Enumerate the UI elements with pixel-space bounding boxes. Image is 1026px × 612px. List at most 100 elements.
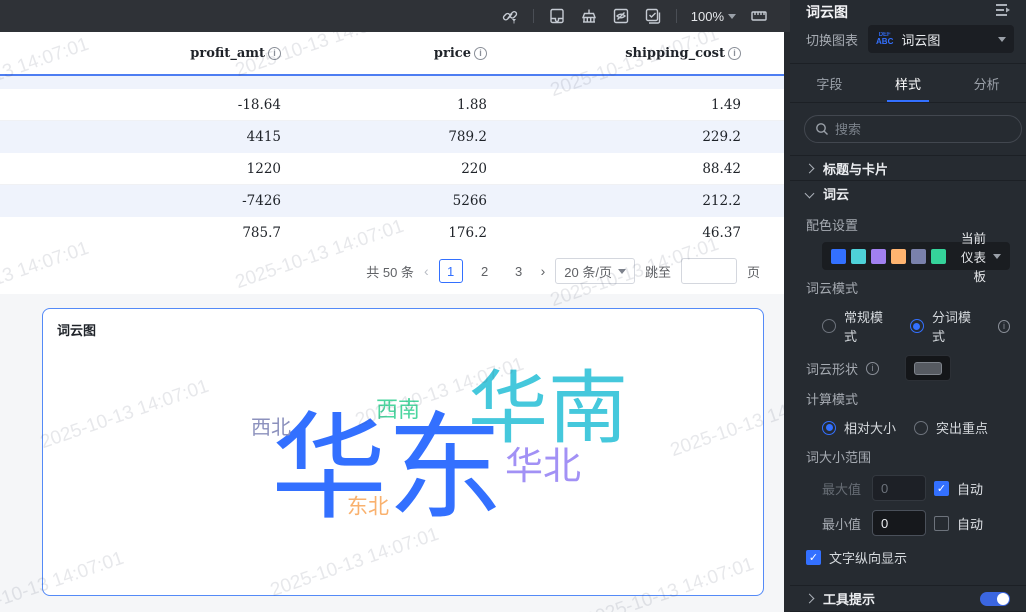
zoom-value: 100% xyxy=(690,8,724,24)
info-icon[interactable]: i xyxy=(268,46,281,60)
vertical-text-label: 文字纵向显示 xyxy=(829,551,908,567)
wordcloud-word: 东北 xyxy=(347,494,389,519)
page-number-2[interactable]: 2 xyxy=(473,259,497,283)
wordcloud-card[interactable]: 词云图 华东 华南 华北 西南 东北 西北 xyxy=(42,308,764,596)
radio-highlight[interactable] xyxy=(914,420,929,435)
search-box[interactable] xyxy=(804,115,1022,144)
table-row[interactable]: -7426 5266 212.2 xyxy=(0,185,784,217)
board-icon[interactable] xyxy=(548,7,566,25)
pagination-total: 共 50 条 xyxy=(366,264,414,280)
radio-relative-size[interactable] xyxy=(822,420,836,435)
shape-preview xyxy=(914,361,943,375)
wordcloud-word: 华南 xyxy=(468,362,628,455)
table-header-row: profit_amt i price i shipping_cost i xyxy=(0,32,784,76)
vertical-text-checkbox[interactable]: ✓ xyxy=(806,550,821,566)
text-field-icon: DEF ABC xyxy=(876,32,894,47)
info-icon[interactable]: i xyxy=(728,46,741,60)
tab-style[interactable]: 样式 xyxy=(869,64,948,102)
table-row[interactable]: -18.64 1.88 1.49 xyxy=(0,89,784,121)
page-size-select[interactable]: 20 条/页 xyxy=(555,258,635,284)
min-value-label: 最小值 xyxy=(822,516,862,532)
radio-normal-mode[interactable] xyxy=(822,319,836,334)
chart-type-select[interactable]: DEF ABC 词云图 xyxy=(868,25,1014,54)
auto-label: 自动 xyxy=(957,481,984,497)
ruler-icon[interactable] xyxy=(750,7,768,25)
section-title-card[interactable]: 标题与卡片 xyxy=(790,155,1026,180)
panel-titlebar: 词云图 xyxy=(790,0,1026,23)
settings-panel: 词云图 切换图表 DEF ABC 词云图 字段 样式 分析 搜索 标题与卡片 词… xyxy=(790,0,1026,612)
tooltip-section: 工具提示 xyxy=(790,585,1026,612)
relative-size-label: 相对大小 xyxy=(844,421,897,437)
max-value-label: 最大值 xyxy=(822,481,862,497)
next-page-button[interactable]: › xyxy=(541,263,546,279)
info-icon[interactable]: i xyxy=(866,361,880,375)
shape-picker-button[interactable] xyxy=(905,355,952,382)
chevron-down-icon xyxy=(804,188,815,199)
max-value-input[interactable] xyxy=(872,475,926,502)
chart-type-value: 词云图 xyxy=(901,32,941,48)
top-toolbar: 100% xyxy=(0,0,790,32)
palette-swatch xyxy=(831,248,846,264)
wordcloud-shape-row: 词云形状 i xyxy=(806,355,1010,382)
column-header[interactable]: profit_amt i xyxy=(0,46,281,61)
toolbar-separator xyxy=(675,9,677,23)
palette-swatch xyxy=(911,248,926,264)
wordcloud-word: 西南 xyxy=(375,398,421,423)
column-header[interactable]: shipping_cost i xyxy=(487,46,741,61)
palette-swatch xyxy=(851,248,866,264)
auto-label: 自动 xyxy=(957,516,984,532)
palette-swatch xyxy=(871,248,886,264)
table-row[interactable]: 785.7 176.2 46.37 xyxy=(0,217,784,249)
palette-select[interactable]: 当前仪表板 xyxy=(822,232,1010,284)
highlight-label: 突出重点 xyxy=(936,421,989,437)
tab-analysis[interactable]: 分析 xyxy=(947,64,1026,102)
app-root: 100% 2025-10-13 14:07:012025-10-13 14:07… xyxy=(0,0,1026,612)
min-value-input[interactable] xyxy=(872,510,926,537)
chevron-down-icon xyxy=(998,36,1006,42)
eye-off-icon[interactable] xyxy=(612,7,630,25)
min-auto-checkbox[interactable] xyxy=(934,515,949,531)
pagination-bar: 共 50 条 ‹ 1 2 3 › 20 条/页 跳至 页 xyxy=(0,249,784,293)
table-row-clipped xyxy=(0,76,784,89)
info-icon[interactable]: i xyxy=(997,319,1011,333)
wordcloud-words: 华东 华南 华北 西南 东北 西北 xyxy=(43,309,763,595)
page-number-1[interactable]: 1 xyxy=(438,259,463,283)
calc-mode-options: 相对大小 突出重点 xyxy=(822,418,1010,437)
chevron-down-icon xyxy=(728,13,736,19)
table-row[interactable]: 1220 220 88.42 xyxy=(0,153,784,185)
tooltip-toggle[interactable] xyxy=(980,591,1010,606)
wordcloud-word: 西北 xyxy=(251,415,291,439)
panel-edge-strip xyxy=(784,32,790,612)
tab-fields[interactable]: 字段 xyxy=(790,64,869,102)
panel-tabs: 字段 样式 分析 xyxy=(790,63,1026,104)
min-value-row: 最小值 自动 xyxy=(822,510,1010,537)
zoom-select[interactable]: 100% xyxy=(691,9,736,24)
column-header[interactable]: price i xyxy=(281,46,487,61)
vertical-text-row: ✓ 文字纵向显示 xyxy=(806,548,1010,567)
brush-icon[interactable] xyxy=(580,7,598,25)
info-icon[interactable]: i xyxy=(474,46,487,60)
radio-segment-mode[interactable] xyxy=(909,319,924,334)
max-auto-checkbox[interactable]: ✓ xyxy=(934,480,949,496)
section-wordcloud[interactable]: 词云 xyxy=(790,180,1026,205)
check-square-icon[interactable] xyxy=(644,7,662,25)
palette-name: 当前仪表板 xyxy=(960,231,986,284)
switch-chart-label: 切换图表 xyxy=(806,32,859,48)
page-unit-label: 页 xyxy=(746,264,760,280)
chevron-down-icon xyxy=(993,253,1001,259)
collapse-panel-icon[interactable] xyxy=(994,2,1012,21)
chevron-right-icon xyxy=(804,163,815,174)
chevron-right-icon xyxy=(804,593,815,604)
segment-mode-label: 分词模式 xyxy=(931,310,971,345)
switch-chart-row: 切换图表 DEF ABC 词云图 xyxy=(790,23,1026,63)
link-filter-icon[interactable] xyxy=(501,7,519,25)
wordcloud-settings: 配色设置 当前仪表板 词云模式 常规模式 分词模式 i 词云形状 i 计算模式 xyxy=(790,205,1026,585)
table-row[interactable]: 4415 789.2 229.2 xyxy=(0,121,784,153)
page-number-3[interactable]: 3 xyxy=(507,259,531,283)
table-widget[interactable]: profit_amt i price i shipping_cost i -18.64… xyxy=(0,32,784,294)
palette-swatch xyxy=(931,248,946,264)
jump-page-input[interactable] xyxy=(680,258,737,284)
max-value-row: 最大值 ✓ 自动 xyxy=(822,475,1010,502)
prev-page-button[interactable]: ‹ xyxy=(424,263,429,279)
search-input[interactable] xyxy=(835,121,1011,137)
